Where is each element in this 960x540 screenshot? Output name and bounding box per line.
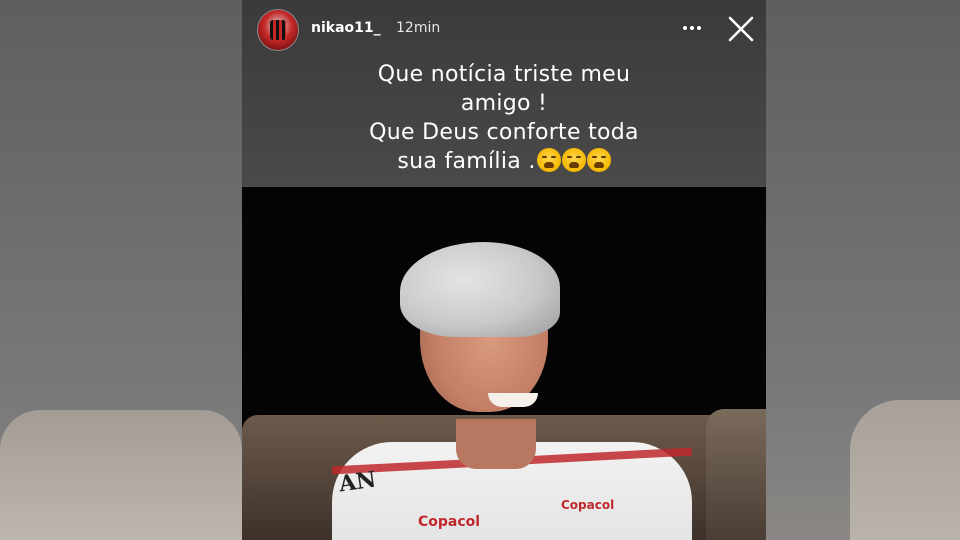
story-viewer[interactable]: nikao11_ 12min Que notícia triste meu am… (242, 0, 766, 540)
caption-line: sua família . (397, 149, 536, 174)
caption-line-last: sua família . (262, 147, 746, 176)
more-horizontal-icon[interactable] (678, 14, 706, 42)
story-caption: Que notícia triste meu amigo ! Que Deus … (262, 60, 746, 176)
caption-line: amigo ! (460, 91, 548, 116)
avatar-jersey (270, 20, 286, 40)
shirt-chest-text: AN (337, 466, 378, 498)
crying-face-icon (586, 148, 611, 172)
sofa-armrest (706, 409, 766, 540)
hair (400, 242, 560, 337)
neck (456, 419, 536, 469)
shirt-sponsor-left: Copacol (418, 514, 481, 530)
avatar[interactable] (257, 9, 299, 51)
close-icon[interactable] (726, 14, 756, 44)
caption-line: Que Deus conforte toda (369, 120, 639, 145)
username[interactable]: nikao11_ (311, 20, 381, 36)
crying-face-icon (536, 148, 561, 172)
story-header: nikao11_ 12min (242, 0, 766, 60)
smile (488, 393, 538, 407)
story-photo: AN Copacol Copacol (242, 187, 766, 540)
blurred-couch-left (0, 410, 242, 540)
story-timestamp: 12min (396, 20, 441, 36)
shirt-sponsor-right: Copacol (561, 498, 615, 512)
caption-line: Que notícia triste meu (377, 62, 631, 87)
crying-face-icon (561, 148, 586, 172)
blurred-couch-right (850, 400, 960, 540)
